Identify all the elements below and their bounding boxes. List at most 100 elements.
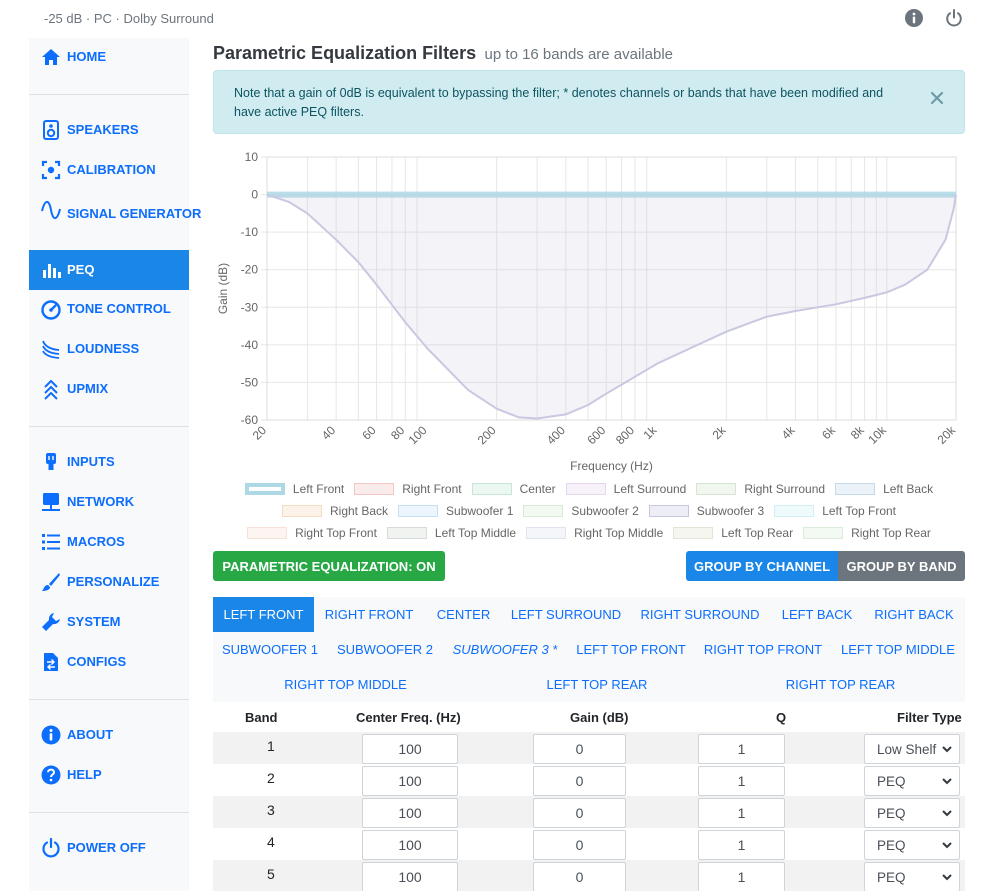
legend-item[interactable]: Right Top Middle [526, 526, 663, 540]
legend-item[interactable]: Right Back [281, 504, 389, 518]
filter-type-select[interactable]: PEQ [864, 766, 960, 796]
sidebar-item-calibration[interactable]: CALIBRATION [29, 160, 189, 181]
center-freq-input[interactable]: 100 [362, 734, 458, 764]
center-freq-input[interactable]: 100 [362, 798, 458, 828]
tab-left-surround[interactable]: LEFT SURROUND [503, 597, 629, 632]
plug-icon [46, 453, 56, 470]
x-tick-label: 6k [819, 423, 839, 443]
peq-toggle-button[interactable]: PARAMETRIC EQUALIZATION: ON [213, 551, 445, 581]
sidebar-item-tone-control[interactable]: TONE CONTROL [29, 300, 189, 320]
header-band: Band [245, 710, 278, 725]
y-tick-label: 10 [245, 150, 259, 164]
sidebar-item-configs[interactable]: CONFIGS [29, 653, 189, 673]
center-freq-input[interactable]: 100 [362, 862, 458, 891]
tab-left-top-middle[interactable]: LEFT TOP MIDDLE [831, 632, 965, 667]
tab-right-top-front[interactable]: RIGHT TOP FRONT [695, 632, 831, 667]
tab-left-back[interactable]: LEFT BACK [771, 597, 863, 632]
sidebar-item-system[interactable]: SYSTEM [29, 613, 189, 633]
power-icon[interactable] [944, 8, 964, 28]
sidebar-item-network[interactable]: NETWORK [29, 493, 189, 513]
x-tick-label: 20k [935, 423, 959, 447]
sidebar-item-power-off[interactable]: POWER OFF [29, 837, 189, 859]
tab-right-top-rear[interactable]: RIGHT TOP REAR [716, 667, 965, 702]
legend-label: Right Front [402, 482, 462, 496]
tab-right-top-middle[interactable]: RIGHT TOP MIDDLE [213, 667, 478, 702]
legend-label: Right Back [329, 504, 389, 518]
sidebar-item-label: HELP [67, 767, 102, 782]
tab-left-top-front[interactable]: LEFT TOP FRONT [567, 632, 695, 667]
info-circle-icon[interactable] [904, 8, 924, 28]
legend-item[interactable]: Left Surround [565, 482, 686, 496]
gain-input[interactable]: 0 [533, 798, 626, 828]
sidebar-item-signal-generator[interactable]: SIGNAL GENERATOR [29, 200, 201, 226]
sidebar-item-macros[interactable]: MACROS [29, 534, 189, 553]
sidebar-item-personalize[interactable]: PERSONALIZE [29, 573, 189, 593]
tab-center[interactable]: CENTER [424, 597, 503, 632]
chevron-down-icon [942, 874, 952, 881]
band-number: 4 [267, 834, 275, 850]
legend-swatch [247, 527, 288, 539]
gain-input[interactable]: 0 [533, 766, 626, 796]
sidebar-item-peq[interactable]: PEQ [29, 250, 189, 290]
legend-item[interactable]: Left Top Middle [386, 526, 516, 540]
tab-right-back[interactable]: RIGHT BACK [863, 597, 965, 632]
legend-row: Right Back Subwoofer 1 Subwoofer 2 Subwoofe… [213, 504, 965, 518]
legend-item[interactable]: Left Front [244, 482, 344, 496]
upmix-icon [44, 379, 58, 400]
gain-input[interactable]: 0 [533, 830, 626, 860]
speaker-icon [43, 120, 59, 140]
legend-item[interactable]: Right Surround [696, 482, 825, 496]
tab-right-surround[interactable]: RIGHT SURROUND [629, 597, 771, 632]
tab-left-top-rear[interactable]: LEFT TOP REAR [478, 667, 716, 702]
sidebar-item-label: SYSTEM [67, 614, 121, 629]
q-input[interactable]: 1 [698, 766, 785, 796]
y-axis-label: Gain (dB) [216, 263, 230, 314]
legend-label: Center [519, 482, 556, 496]
tab-subwoofer-1[interactable]: SUBWOOFER 1 [213, 632, 327, 667]
q-input[interactable]: 1 [698, 734, 785, 764]
legend-item[interactable]: Left Top Front [774, 504, 896, 518]
tab-subwoofer-3[interactable]: SUBWOOFER 3 * [443, 632, 567, 667]
legend-item[interactable]: Right Front [354, 482, 462, 496]
filter-type-select[interactable]: PEQ [864, 862, 960, 891]
sidebar-item-help[interactable]: HELP [29, 765, 189, 786]
group-by-channel-button[interactable]: GROUP BY CHANNEL [686, 551, 838, 581]
legend-item[interactable]: Center [471, 482, 556, 496]
legend-item[interactable]: Right Top Front [247, 526, 377, 540]
info-icon [41, 725, 61, 745]
page-title-text: Parametric Equalization Filters [213, 43, 477, 63]
tab-right-front[interactable]: RIGHT FRONT [314, 597, 424, 632]
sidebar-item-loudness[interactable]: LOUDNESS [29, 340, 189, 360]
q-input[interactable]: 1 [698, 830, 785, 860]
filter-type-select[interactable]: PEQ [864, 830, 960, 860]
q-input[interactable]: 1 [698, 798, 785, 828]
sidebar-item-upmix[interactable]: UPMIX [29, 379, 189, 400]
tab-subwoofer-2[interactable]: SUBWOOFER 2 [327, 632, 443, 667]
legend-item[interactable]: Right Top Rear [803, 526, 931, 540]
group-toggle: GROUP BY CHANNEL GROUP BY BAND [686, 551, 965, 581]
group-by-band-button[interactable]: GROUP BY BAND [838, 551, 965, 581]
filter-type-select[interactable]: PEQ [864, 798, 960, 828]
legend-item[interactable]: Left Top Rear [673, 526, 793, 540]
sidebar-item-speakers[interactable]: SPEAKERS [29, 120, 189, 141]
sidebar-item-about[interactable]: ABOUT [29, 725, 189, 746]
legend-item[interactable]: Subwoofer 2 [523, 504, 639, 518]
filter-type-select[interactable]: Low Shelf [864, 734, 960, 764]
center-freq-input[interactable]: 100 [362, 766, 458, 796]
y-tick-label: -40 [241, 338, 259, 352]
sidebar-item-home[interactable]: HOME [29, 49, 189, 68]
legend-item[interactable]: Subwoofer 3 [648, 504, 764, 518]
sidebar-item-inputs[interactable]: INPUTS [29, 453, 189, 473]
close-icon[interactable] [928, 89, 946, 107]
x-axis-label: Frequency (Hz) [570, 459, 653, 473]
gain-input[interactable]: 0 [533, 734, 626, 764]
table-header: Band Center Freq. (Hz) Gain (dB) Q Filte… [213, 704, 965, 732]
gain-input[interactable]: 0 [533, 862, 626, 891]
table-row: 2 100 0 1 PEQ [213, 764, 965, 796]
legend-item[interactable]: Subwoofer 1 [398, 504, 513, 518]
legend-item[interactable]: Left Back [835, 482, 933, 496]
file-transfer-icon [44, 653, 58, 671]
tab-left-front[interactable]: LEFT FRONT [213, 597, 314, 632]
center-freq-input[interactable]: 100 [362, 830, 458, 860]
q-input[interactable]: 1 [698, 862, 785, 891]
